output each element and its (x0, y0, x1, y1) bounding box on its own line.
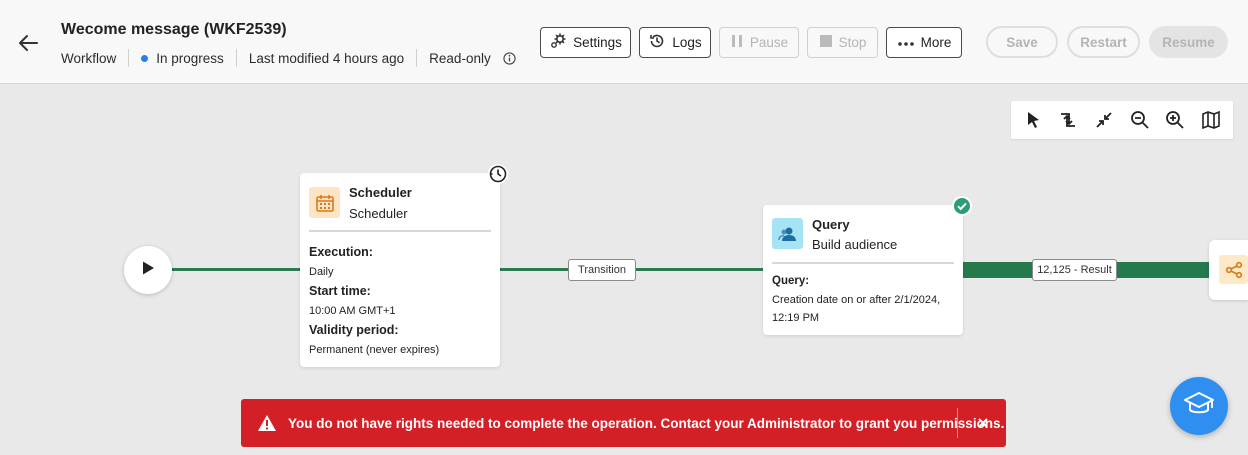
query-label: Query: (772, 275, 810, 287)
stop-button[interactable]: Stop (807, 27, 878, 58)
settings-button[interactable]: Settings (540, 27, 631, 58)
start-node[interactable] (124, 246, 172, 294)
meta-access: Read-only (416, 49, 528, 67)
toast-divider (957, 408, 958, 438)
clock-icon (488, 164, 508, 184)
pause-button[interactable]: Pause (719, 27, 799, 58)
query-value-line1: Creation date on or after 2/1/2024, (772, 294, 941, 306)
users-icon (772, 218, 803, 249)
validity-label: Validity period: (309, 323, 399, 337)
select-icon[interactable] (1020, 107, 1046, 133)
scheduler-card[interactable]: Scheduler Scheduler Execution: Daily Sta… (300, 173, 500, 367)
execution-label: Execution: (309, 245, 373, 259)
share-icon (1219, 255, 1248, 284)
history-icon (648, 32, 666, 53)
settings-label: Settings (573, 35, 622, 50)
query-card[interactable]: Query Build audience Query: Creation dat… (763, 205, 963, 335)
check-icon (952, 196, 972, 216)
calendar-icon (309, 187, 340, 218)
meta-status: In progress (128, 49, 236, 67)
resume-button[interactable]: Resume (1149, 26, 1228, 58)
pause-icon (730, 34, 744, 51)
canvas-toolbar (1011, 101, 1233, 139)
collapse-icon[interactable] (1091, 107, 1117, 133)
status-label: In progress (156, 50, 224, 66)
error-toast: You do not have rights needed to complet… (241, 399, 1006, 447)
more-icon (897, 35, 915, 50)
scheduler-subtitle: Scheduler (349, 206, 408, 221)
stop-icon (819, 34, 833, 51)
close-icon[interactable] (973, 413, 993, 433)
workflow-meta: Workflow In progress Last modified 4 hou… (61, 48, 528, 68)
next-activity-node[interactable] (1209, 240, 1248, 300)
card-divider (309, 230, 491, 232)
logs-label: Logs (672, 35, 702, 50)
map-icon[interactable] (1198, 107, 1224, 133)
restart-button[interactable]: Restart (1067, 26, 1140, 58)
status-dot (141, 54, 149, 62)
zoom-out-icon[interactable] (1127, 107, 1153, 133)
auto-layout-icon[interactable] (1055, 107, 1081, 133)
gear-icon (549, 32, 567, 53)
info-icon[interactable] (503, 51, 516, 65)
query-value-line2: 12:19 PM (772, 312, 820, 324)
result-label[interactable]: 12,125 - Result (1032, 259, 1117, 281)
learning-button[interactable] (1170, 377, 1228, 435)
pause-label: Pause (749, 35, 789, 50)
start-time-value: 10:00 AM GMT+1 (309, 305, 396, 317)
flow-line-start (172, 268, 300, 271)
stop-label: Stop (838, 35, 867, 50)
logs-button[interactable]: Logs (639, 27, 711, 58)
execution-value: Daily (309, 266, 334, 278)
start-time-label: Start time: (309, 284, 371, 298)
query-title: Query (812, 217, 850, 232)
query-subtitle: Build audience (812, 237, 898, 252)
save-button[interactable]: Save (986, 26, 1058, 58)
toast-message: You do not have rights needed to complet… (288, 415, 1005, 431)
transition-label[interactable]: Transition (568, 259, 636, 281)
zoom-in-icon[interactable] (1162, 107, 1188, 133)
play-icon (140, 260, 156, 281)
scheduler-title: Scheduler (349, 185, 412, 200)
graduation-cap-icon (1183, 390, 1215, 423)
warning-icon (257, 413, 277, 433)
back-arrow-icon[interactable] (16, 30, 42, 56)
more-label: More (920, 35, 952, 50)
access-label: Read-only (429, 50, 491, 66)
validity-value: Permanent (never expires) (309, 344, 440, 356)
more-button[interactable]: More (886, 27, 962, 58)
meta-modified: Last modified 4 hours ago (235, 49, 416, 67)
card-divider (772, 262, 954, 264)
workflow-header: Wecome message (WKF2539) Workflow In pro… (0, 0, 1248, 84)
workflow-title: Wecome message (WKF2539) (61, 21, 287, 38)
meta-type: Workflow (61, 50, 117, 66)
